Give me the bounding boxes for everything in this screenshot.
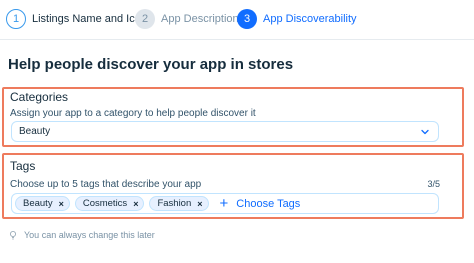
hint-text: You can always change this later [24,230,155,240]
categories-section: Categories Assign your app to a category… [2,87,464,147]
page-title: Help people discover your app in stores [8,56,294,73]
step-number: 3 [237,9,257,29]
category-selected-value: Beauty [19,126,51,137]
categories-title: Categories [10,90,69,104]
tags-subtitle: Choose up to 5 tags that describe your a… [10,179,202,190]
tag-chip: Fashion × [149,196,209,211]
categories-subtitle: Assign your app to a category to help pe… [10,108,256,119]
step-3[interactable]: 3 App Discoverability [237,9,357,29]
step-number: 1 [6,9,26,29]
close-icon[interactable]: × [197,199,202,209]
close-icon[interactable]: × [133,199,138,209]
tag-chip-label: Beauty [23,198,53,209]
tags-section: Tags Choose up to 5 tags that describe y… [2,153,464,219]
tags-counter: 3/5 [427,179,440,189]
plus-icon: + [219,195,229,212]
chevron-down-icon [421,129,429,135]
tag-chip: Beauty × [15,196,70,211]
step-label: App Discoverability [263,13,357,25]
step-label: App Description [161,13,239,25]
lightbulb-icon [9,230,17,240]
tag-chip: Cosmetics × [74,196,145,211]
step-1[interactable]: 1 Listings Name and Icon [6,9,147,29]
category-dropdown[interactable]: Beauty [11,121,439,142]
step-label: Listings Name and Icon [32,13,147,25]
choose-tags-label: Choose Tags [236,197,301,210]
stepper: 1 Listings Name and Icon 2 App Descripti… [0,0,474,40]
hint: You can always change this later [8,230,155,240]
step-number: 2 [135,9,155,29]
tags-input[interactable]: Beauty × Cosmetics × Fashion × + Choose … [11,193,439,214]
close-icon[interactable]: × [59,199,64,209]
choose-tags-button[interactable]: + Choose Tags [220,196,301,211]
tag-chip-label: Cosmetics [82,198,128,209]
step-2[interactable]: 2 App Description [135,9,239,29]
tags-title: Tags [10,159,36,173]
tag-chip-label: Fashion [157,198,192,209]
